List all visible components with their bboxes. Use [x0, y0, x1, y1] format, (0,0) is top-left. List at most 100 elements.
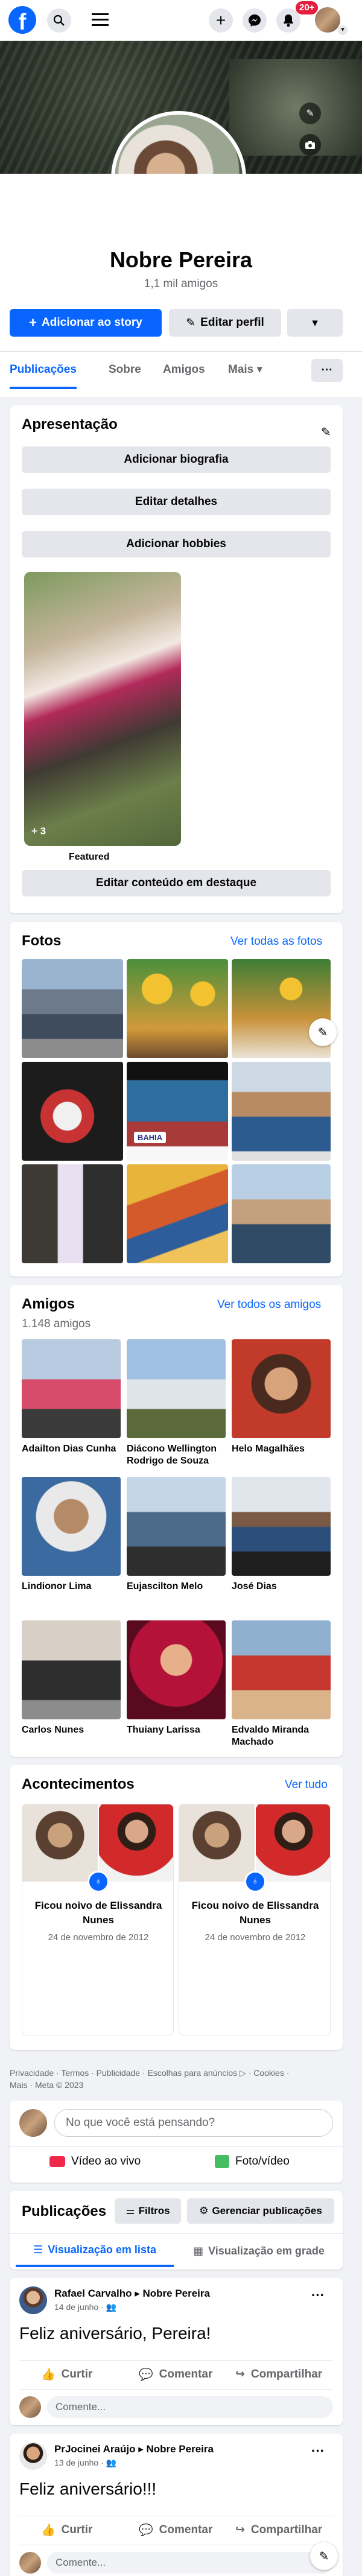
- post-author[interactable]: PrJocinei Araújo ▸ Nobre Pereira: [54, 2443, 214, 2455]
- post-author-avatar[interactable]: [19, 2442, 47, 2470]
- see-all-events-link[interactable]: Ver tudo: [285, 1778, 328, 1792]
- featured-story[interactable]: + 3: [24, 572, 181, 846]
- plus-icon[interactable]: +: [209, 8, 233, 33]
- photos-card: Fotos Ver todas as fotos BAHIA: [10, 922, 343, 1277]
- photo-thumbnail[interactable]: [232, 1164, 331, 1263]
- camera-icon[interactable]: [299, 134, 321, 156]
- edit-featured-button[interactable]: Editar conteúdo em destaque: [22, 870, 331, 896]
- post-date[interactable]: 13 de junho · 👥: [54, 2458, 116, 2468]
- photo-thumbnail[interactable]: [22, 1062, 123, 1161]
- friend-photo[interactable]: [232, 1339, 331, 1438]
- friend-name[interactable]: Thuiany Larissa: [127, 1724, 229, 1736]
- list-view-tab[interactable]: ☰ Visualização em lista: [16, 2235, 174, 2267]
- friend-name[interactable]: José Dias: [232, 1581, 334, 1593]
- friend-photo[interactable]: [127, 1339, 226, 1438]
- friend-name[interactable]: Carlos Nunes: [22, 1724, 124, 1736]
- photo-thumbnail[interactable]: [22, 959, 123, 1058]
- tabs-more-button[interactable]: ···: [311, 359, 343, 382]
- tab-friends[interactable]: Amigos: [163, 352, 205, 388]
- cover-edit-icon[interactable]: ✎: [299, 103, 321, 124]
- menu-icon[interactable]: [92, 12, 109, 27]
- footer-links[interactable]: Privacidade · Termos · Publicidade · Esc…: [10, 2068, 354, 2078]
- share-button[interactable]: ↪ Compartilhar: [235, 2523, 322, 2537]
- grid-view-tab[interactable]: ▦ Visualização em grade: [180, 2235, 338, 2267]
- footer-copyright: Mais · Meta © 2023: [10, 2080, 84, 2090]
- comment-input[interactable]: Comente...: [47, 2552, 333, 2574]
- featured-count: + 3: [31, 825, 46, 837]
- facebook-logo[interactable]: f: [8, 6, 36, 34]
- messenger-icon[interactable]: [243, 8, 267, 33]
- friends-card: Amigos Ver todos os amigos 1.148 amigos …: [10, 1285, 343, 1757]
- friends-privacy-icon: 👥: [106, 2302, 117, 2312]
- more-options-button[interactable]: ▾: [287, 309, 343, 337]
- friend-photo[interactable]: [232, 1477, 331, 1576]
- comment-input[interactable]: Comente...: [47, 2396, 333, 2418]
- post-author[interactable]: Rafael Carvalho ▸ Nobre Pereira: [54, 2288, 210, 2300]
- like-button[interactable]: 👍 Curtir: [41, 2523, 92, 2537]
- photo-badge: BAHIA: [134, 1132, 167, 1143]
- photo-thumbnail[interactable]: [127, 1164, 228, 1263]
- friend-photo[interactable]: [22, 1339, 121, 1438]
- photo-video-button[interactable]: Foto/vídeo: [215, 2155, 290, 2168]
- friend-name[interactable]: Eujascilton Melo: [127, 1581, 229, 1593]
- photo-thumbnail[interactable]: [232, 1062, 331, 1161]
- life-events-card: Acontecimentos Ver tudo ♁ Ficou noivo de…: [10, 1765, 343, 2050]
- like-icon: 👍: [41, 2524, 56, 2537]
- post-author-avatar[interactable]: [19, 2286, 47, 2314]
- posts-header-card: Publicações ⚌ Filtros ⚙ Gerenciar publicaç…: [10, 2191, 343, 2270]
- live-video-button[interactable]: Vídeo ao vivo: [49, 2155, 141, 2168]
- list-icon: ☰: [33, 2243, 43, 2256]
- friends-privacy-icon: 👥: [106, 2458, 117, 2467]
- photo-thumbnail[interactable]: [22, 1164, 123, 1263]
- friend-photo[interactable]: [127, 1620, 226, 1719]
- search-icon[interactable]: [47, 8, 71, 33]
- post-menu-icon[interactable]: ···: [311, 2288, 325, 2303]
- like-icon: 👍: [41, 2368, 56, 2381]
- tab-posts[interactable]: Publicações: [10, 352, 77, 389]
- pencil-icon: ✎: [186, 316, 196, 329]
- tab-more[interactable]: Mais ▾: [228, 352, 262, 388]
- photo-icon: [215, 2155, 229, 2168]
- friend-name[interactable]: Adailton Dias Cunha: [22, 1443, 124, 1455]
- like-button[interactable]: 👍 Curtir: [41, 2367, 92, 2382]
- posts-title: Publicações: [22, 2203, 107, 2219]
- comment-button[interactable]: 💬 Comentar: [139, 2367, 212, 2382]
- add-hobbies-button[interactable]: Adicionar hobbies: [22, 531, 331, 557]
- composer-avatar[interactable]: [19, 2109, 47, 2137]
- event-card[interactable]: ♁ Ficou noivo de Elissandra Nunes 24 de …: [22, 1804, 174, 2035]
- friend-name[interactable]: Diácono Wellington Rodrigo de Souza: [127, 1443, 229, 1467]
- post-menu-icon[interactable]: ···: [311, 2443, 325, 2459]
- friend-photo[interactable]: [127, 1477, 226, 1576]
- photo-thumbnail[interactable]: [127, 959, 228, 1058]
- post-date[interactable]: 14 de junho · 👥: [54, 2302, 116, 2312]
- tab-about[interactable]: Sobre: [109, 352, 141, 388]
- live-video-icon: [49, 2156, 65, 2167]
- floating-compose-icon[interactable]: ✎: [310, 2542, 338, 2570]
- see-all-friends-link[interactable]: Ver todos os amigos: [217, 1298, 321, 1312]
- share-button[interactable]: ↪ Compartilhar: [235, 2367, 322, 2381]
- edit-details-button[interactable]: Editar detalhes: [22, 489, 331, 515]
- add-bio-button[interactable]: Adicionar biografia: [22, 446, 331, 473]
- friend-name[interactable]: Helo Magalhães: [232, 1443, 334, 1455]
- comment-avatar: [19, 2552, 41, 2574]
- comment-button[interactable]: 💬 Comentar: [139, 2523, 212, 2537]
- filters-button[interactable]: ⚌ Filtros: [115, 2198, 181, 2224]
- see-all-photos-link[interactable]: Ver todas as fotos: [230, 935, 322, 948]
- friend-photo[interactable]: [22, 1620, 121, 1719]
- friend-photo[interactable]: [22, 1477, 121, 1576]
- event-date: 24 de novembro de 2012: [48, 1932, 149, 1943]
- add-story-button[interactable]: + Adicionar ao story: [10, 309, 162, 337]
- friend-photo[interactable]: [232, 1620, 331, 1719]
- friends-count[interactable]: 1,1 mil amigos: [0, 278, 362, 291]
- floating-edit-icon[interactable]: ✎: [309, 1018, 337, 1046]
- friend-name[interactable]: Edvaldo Miranda Machado: [232, 1724, 334, 1748]
- event-card[interactable]: ♁ Ficou noivo de Elissandra Nunes 24 de …: [179, 1804, 331, 2035]
- edit-profile-button[interactable]: ✎ Editar perfil: [169, 309, 281, 337]
- friend-name[interactable]: Lindionor Lima: [22, 1581, 124, 1593]
- friends-title: Amigos: [22, 1296, 75, 1312]
- composer-input[interactable]: No que você está pensando?: [54, 2109, 333, 2137]
- edit-icon[interactable]: ✎: [321, 425, 331, 440]
- photo-thumbnail[interactable]: BAHIA: [127, 1062, 228, 1161]
- chevron-down-icon[interactable]: ▾: [338, 25, 348, 35]
- manage-posts-button[interactable]: ⚙ Gerenciar publicações: [187, 2198, 334, 2224]
